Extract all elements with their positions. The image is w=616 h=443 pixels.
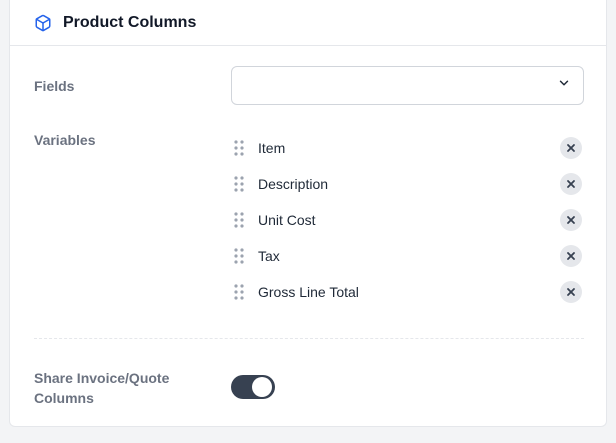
remove-variable-button[interactable] [560,245,582,267]
variables-list: Item Description Unit Cost Tax Gross Lin… [231,130,584,310]
variable-label: Unit Cost [258,212,316,228]
remove-variable-button[interactable] [560,173,582,195]
close-icon [567,252,575,260]
variable-label: Item [258,140,286,156]
list-item[interactable]: Gross Line Total [231,274,584,310]
list-item[interactable]: Item [231,130,584,166]
variables-label: Variables [34,132,96,148]
drag-handle-icon[interactable] [234,248,246,264]
remove-variable-button[interactable] [560,209,582,231]
fields-label: Fields [34,78,75,94]
chevron-down-icon [557,76,571,95]
drag-handle-icon[interactable] [234,284,246,300]
close-icon [567,180,575,188]
toggle-knob [252,377,272,397]
list-item[interactable]: Description [231,166,584,202]
list-item[interactable]: Tax [231,238,584,274]
section-divider [34,338,584,339]
list-item[interactable]: Unit Cost [231,202,584,238]
remove-variable-button[interactable] [560,137,582,159]
cube-icon [34,13,54,33]
fields-select[interactable] [231,66,584,105]
product-columns-card: Product Columns Fields Variables Item De… [9,0,607,427]
variable-label: Tax [258,248,280,264]
drag-handle-icon[interactable] [234,140,246,156]
close-icon [567,216,575,224]
variable-label: Gross Line Total [258,284,359,300]
close-icon [567,288,575,296]
close-icon [567,144,575,152]
share-columns-toggle[interactable] [231,375,275,399]
remove-variable-button[interactable] [560,281,582,303]
card-title: Product Columns [63,13,197,31]
card-header: Product Columns [10,0,606,46]
drag-handle-icon[interactable] [234,212,246,228]
variable-label: Description [258,176,329,192]
share-columns-label: Share Invoice/Quote Columns [34,370,170,406]
drag-handle-icon[interactable] [234,176,246,192]
